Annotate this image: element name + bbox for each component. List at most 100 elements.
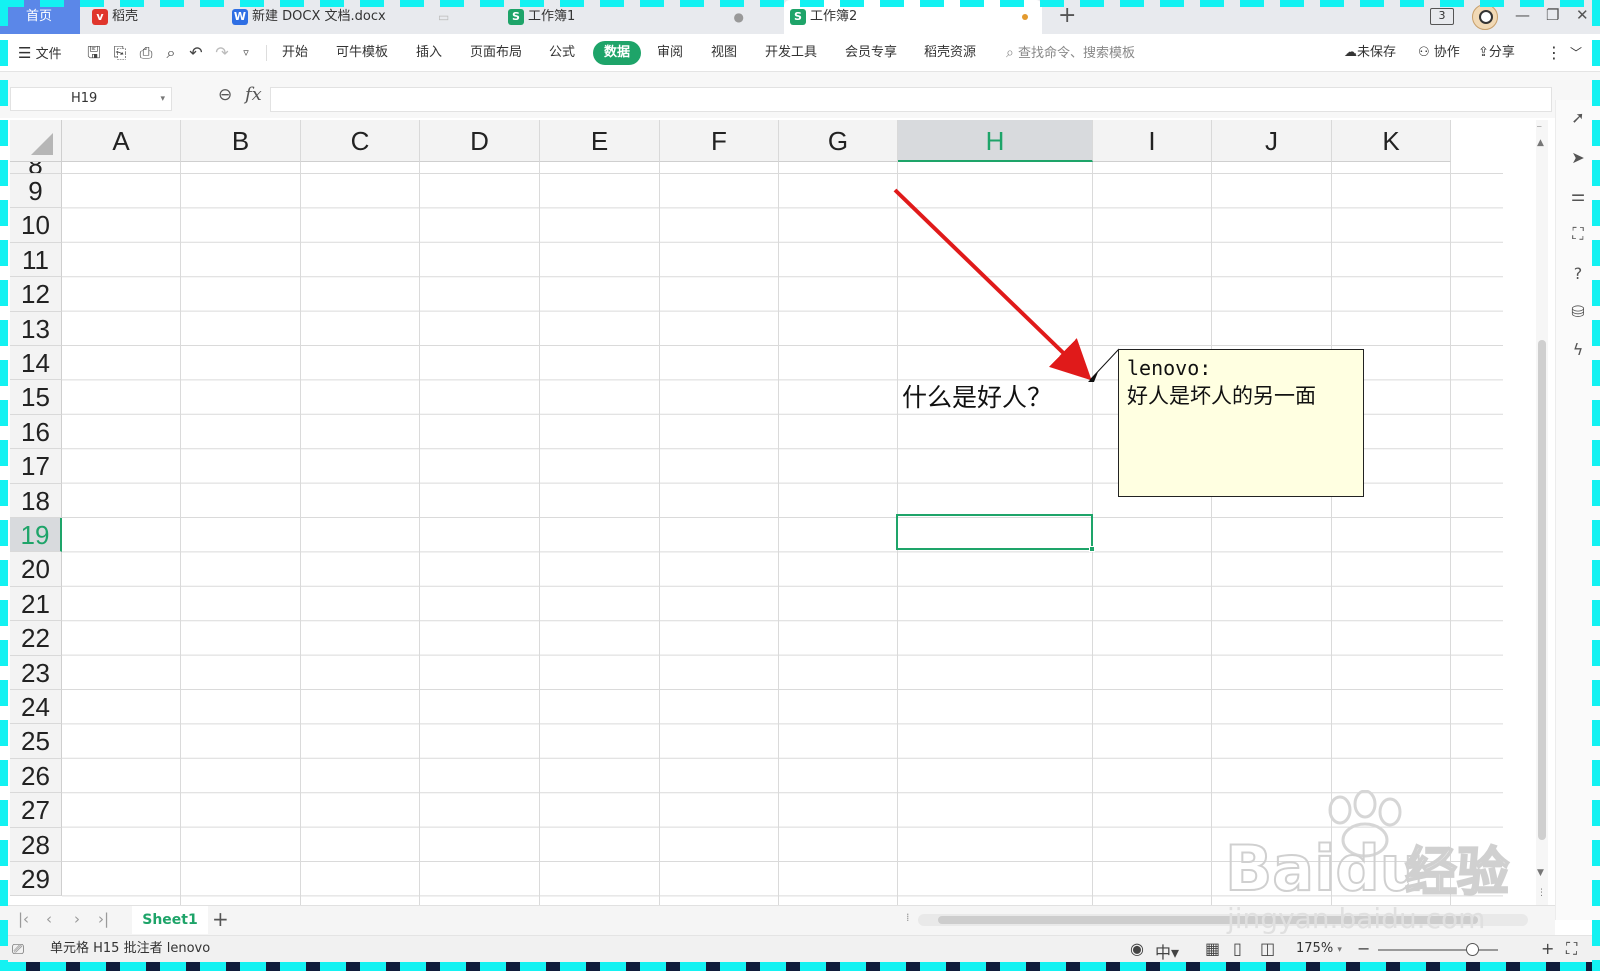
tab-docx-label: 新建 DOCX 文档.docx <box>252 9 386 24</box>
chevron-down-icon[interactable]: ▾ <box>160 88 165 110</box>
close-window-icon[interactable]: ✕ <box>1576 6 1589 24</box>
hscroll-split-icon[interactable]: ⁞ <box>906 911 910 924</box>
name-box-value: H19 <box>71 91 98 106</box>
comment-annotation-layer <box>893 188 1120 382</box>
scroll-down-arrow-icon[interactable]: ▼ <box>1537 868 1544 878</box>
workspace-badge-count: 3 <box>1438 9 1446 22</box>
split-handle-icon[interactable]: ⋮ <box>1537 888 1546 898</box>
sheet-tab-sheet1[interactable]: Sheet1 <box>132 906 208 934</box>
scroll-up-arrow-icon[interactable]: ▲ <box>1537 138 1544 148</box>
word-doc-icon: W <box>232 8 248 25</box>
lightning-icon[interactable]: ϟ <box>1568 340 1588 360</box>
print-icon[interactable]: ⎙ <box>136 43 156 63</box>
backup-icon[interactable]: ⛁ <box>1568 302 1588 322</box>
tab-review[interactable]: 审阅 <box>657 34 683 72</box>
prev-sheet-icon[interactable]: ‹ <box>46 910 52 928</box>
minimize-icon[interactable]: — <box>1515 6 1530 24</box>
comment-body: 好人是坏人的另一面 <box>1127 384 1316 408</box>
comment-leader-line <box>1089 348 1120 381</box>
print-preview-icon[interactable]: ⌕ <box>161 43 181 63</box>
zoom-slider-knob[interactable] <box>1466 943 1479 956</box>
tab-workbook1-label: 工作簿1 <box>528 9 576 24</box>
horizontal-scroll-thumb[interactable] <box>938 916 1478 924</box>
comment-author: lenovo: <box>1127 356 1212 380</box>
last-sheet-icon[interactable]: ›| <box>98 910 109 928</box>
tab-developer[interactable]: 开发工具 <box>765 34 817 72</box>
undo-icon[interactable]: ↶ <box>186 43 206 63</box>
page-layout-view-icon[interactable]: ▯ <box>1233 939 1242 958</box>
spreadsheet-grid[interactable]: ABCDEFGHIJK 8910111213141516171819202122… <box>10 120 1535 905</box>
spreadsheet-icon: S <box>508 8 524 25</box>
share-button[interactable]: ⇪分享 <box>1478 34 1515 72</box>
zoom-in-icon[interactable]: + <box>1541 939 1554 958</box>
avatar[interactable] <box>1472 4 1498 30</box>
zoom-level-value: 175% <box>1296 941 1334 956</box>
save-icon[interactable]: 🖫 <box>84 43 104 63</box>
frame-left <box>0 0 8 971</box>
rocket-icon[interactable]: ➚ <box>1568 108 1588 128</box>
frame-bottom <box>0 962 1600 971</box>
sliders-icon[interactable]: ⚌ <box>1568 186 1588 206</box>
collapse-ribbon-icon[interactable]: ﹀ <box>1570 34 1582 72</box>
share-label: 分享 <box>1488 45 1515 60</box>
formula-bar: H19 ▾ ⊖ fx <box>0 72 1600 118</box>
sheet-tab-bar: |‹ ‹ › ›| Sheet1 + ⁞ <box>0 905 1555 935</box>
tab-formulas[interactable]: 公式 <box>549 34 575 72</box>
tab-templates[interactable]: 可牛模板 <box>336 34 388 72</box>
ribbon-divider <box>266 45 267 61</box>
comment-leader-arrow <box>1088 372 1098 382</box>
customize-toolbar-icon[interactable]: ▿ <box>236 43 256 63</box>
unsaved-button[interactable]: ☁未保存 <box>1344 34 1396 72</box>
workspace-badge[interactable]: 3 <box>1430 8 1454 25</box>
tab-daoke-resources[interactable]: 稻壳资源 <box>924 34 976 72</box>
tab-page-layout[interactable]: 页面布局 <box>470 34 522 72</box>
status-bar: ⎚ 单元格 H15 批注者 lenovo ◉ 中▾ ▦ ▯ ◫ 175% ▾ −… <box>0 935 1600 962</box>
eye-protection-icon[interactable]: ◉ <box>1130 939 1144 958</box>
input-method-icon[interactable]: 中▾ <box>1155 939 1179 963</box>
vertical-scroll-thumb[interactable] <box>1538 340 1546 840</box>
zoom-level[interactable]: 175% ▾ <box>1296 936 1342 963</box>
red-arrow <box>893 188 1092 381</box>
insert-function-button[interactable]: fx <box>245 84 262 105</box>
file-menu[interactable]: ☰ 文件 <box>18 34 62 72</box>
tab-insert[interactable]: 插入 <box>416 34 442 72</box>
name-box[interactable]: H19 ▾ <box>10 87 172 111</box>
vertical-scrollbar[interactable]: ⎯ ▲ ▼ ⋮ <box>1536 120 1548 905</box>
tab-data[interactable]: 数据 <box>593 41 641 65</box>
unsaved-label: 未保存 <box>1357 45 1397 60</box>
zoom-formula-icon[interactable]: ⊖ <box>218 85 232 105</box>
zoom-out-icon[interactable]: − <box>1357 939 1370 958</box>
restore-icon[interactable]: ❐ <box>1546 6 1559 24</box>
status-text: 单元格 H15 批注者 lenovo <box>50 941 211 956</box>
tab-view[interactable]: 视图 <box>711 34 737 72</box>
tab-member[interactable]: 会员专享 <box>845 34 897 72</box>
comment-box[interactable]: lenovo: 好人是坏人的另一面 <box>1118 349 1364 497</box>
tab-start[interactable]: 开始 <box>282 34 308 72</box>
scroll-up-icon[interactable]: ⎯ <box>1537 122 1542 132</box>
share-icon: ⇪ <box>1478 45 1489 60</box>
search-icon: ⌕ <box>1006 45 1014 61</box>
zoom-slider[interactable] <box>1378 943 1498 956</box>
export-pdf-icon[interactable]: ⎘ <box>110 43 130 63</box>
collaborate-button[interactable]: ⚇ 协作 <box>1418 34 1460 72</box>
page-break-view-icon[interactable]: ◫ <box>1260 939 1275 958</box>
hamburger-icon: ☰ <box>18 44 32 62</box>
normal-view-icon[interactable]: ▦ <box>1205 939 1220 958</box>
help-icon[interactable]: ? <box>1568 264 1588 284</box>
ribbon: ☰ 文件 🖫 ⎘ ⎙ ⌕ ↶ ↷ ▿ 开始 可牛模板 插入 页面布局 公式 数据… <box>0 34 1600 72</box>
macro-record-icon[interactable]: ⎚ <box>12 940 24 958</box>
select-cursor-icon[interactable]: ➤ <box>1568 148 1588 168</box>
redo-icon[interactable]: ↷ <box>212 43 232 63</box>
formula-input[interactable] <box>270 87 1552 112</box>
user-icon: ⚇ <box>1418 45 1430 60</box>
frame-top <box>0 0 1600 7</box>
command-search[interactable]: ⌕ 查找命令、搜索模板 <box>1006 34 1135 72</box>
add-sheet-button[interactable]: + <box>212 907 229 931</box>
transform-icon[interactable]: ⛶ <box>1568 224 1588 244</box>
first-sheet-icon[interactable]: |‹ <box>18 910 29 928</box>
daoke-logo-icon: v <box>92 8 108 25</box>
fullscreen-icon[interactable]: ⛶ <box>1566 939 1577 959</box>
horizontal-scrollbar[interactable] <box>918 914 1528 926</box>
more-options-icon[interactable]: ⋮ <box>1546 34 1562 72</box>
next-sheet-icon[interactable]: › <box>74 910 80 928</box>
